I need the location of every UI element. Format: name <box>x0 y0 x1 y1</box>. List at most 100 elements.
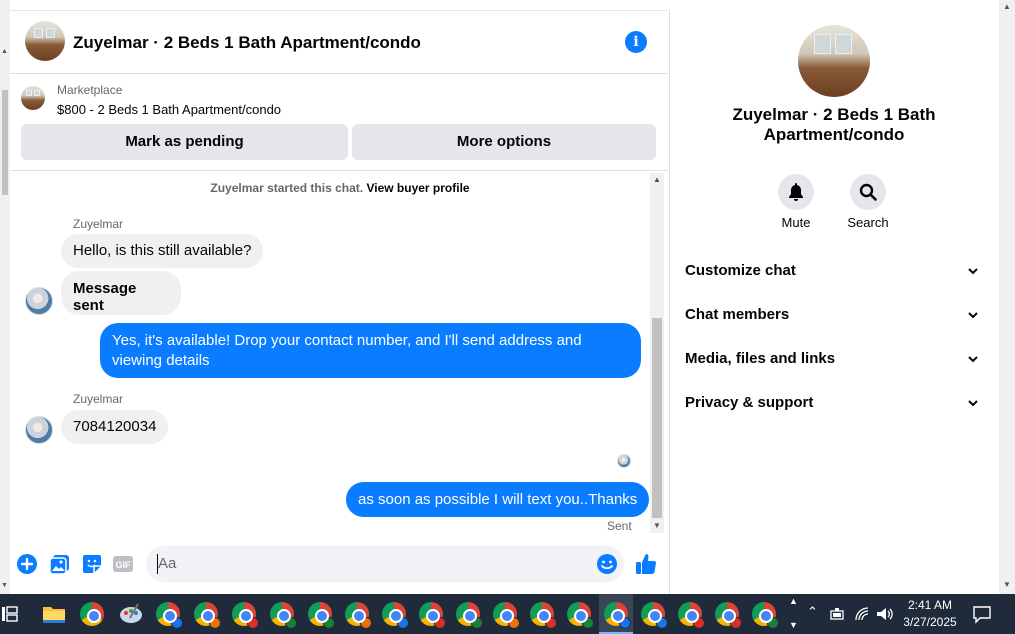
chrome-icon[interactable] <box>345 602 372 629</box>
mute-button[interactable] <box>778 174 814 210</box>
media-files-links-row[interactable]: Media, files and links <box>685 350 985 367</box>
scroll-thumb[interactable] <box>652 318 662 518</box>
info-icon[interactable]: i <box>625 31 647 53</box>
chrome-icon[interactable] <box>232 602 259 629</box>
chrome-icon[interactable] <box>641 602 668 629</box>
more-options-button[interactable]: More options <box>352 124 656 160</box>
taskbar-clock[interactable]: 2:41 AM 3/27/2025 <box>900 597 960 631</box>
chrome-icon[interactable] <box>194 602 221 629</box>
listing-thumbnail[interactable] <box>25 21 65 61</box>
outgoing-message[interactable]: as soon as possible I will text you..Tha… <box>346 482 650 517</box>
speaker-icon[interactable] <box>876 606 894 622</box>
chrome-icon[interactable] <box>752 602 779 629</box>
scroll-down-arrow[interactable]: ▼ <box>1003 580 1011 589</box>
scroll-up-arrow[interactable]: ▲ <box>653 175 661 184</box>
chrome-icon[interactable] <box>456 602 483 629</box>
chrome-icon[interactable] <box>80 602 104 626</box>
windows-taskbar: ▲ ▼ ⌃ 2:41 AM 3/27/2025 <box>0 594 1015 634</box>
chrome-icon[interactable] <box>270 602 297 629</box>
search-button[interactable] <box>850 174 886 210</box>
chevron-down-icon <box>968 356 978 363</box>
chrome-icon[interactable] <box>530 602 557 629</box>
show-hidden-icons-chevron-icon[interactable]: ⌃ <box>807 604 818 620</box>
network-icon[interactable] <box>854 606 870 622</box>
chat-members-row[interactable]: Chat members <box>685 306 985 323</box>
notifications-icon[interactable] <box>972 604 992 624</box>
incoming-message[interactable]: Hello, is this still available? <box>61 234 264 268</box>
chrome-icon[interactable] <box>419 602 446 629</box>
sticker-icon[interactable] <box>81 553 103 575</box>
svg-text:GIF: GIF <box>116 560 132 570</box>
contact-avatar[interactable] <box>25 287 53 315</box>
clock-time: 2:41 AM <box>907 598 953 612</box>
text-cursor <box>157 554 158 574</box>
chevron-down-icon <box>968 312 978 319</box>
message-composer[interactable] <box>146 546 624 582</box>
photo-icon[interactable] <box>49 553 71 575</box>
thumbs-up-icon[interactable] <box>634 552 658 576</box>
incoming-message[interactable]: Message sent <box>61 271 181 315</box>
chrome-icon <box>604 602 631 629</box>
section-label: Chat members <box>685 306 790 323</box>
incoming-message[interactable]: 7084120034 <box>61 410 169 444</box>
chrome-icon[interactable] <box>493 602 520 629</box>
search-icon <box>859 183 877 201</box>
listing-price-title[interactable]: $800 - 2 Beds 1 Bath Apartment/condo <box>57 102 281 117</box>
sent-status: Sent <box>607 519 632 533</box>
plus-icon[interactable] <box>16 553 38 575</box>
file-explorer-icon[interactable] <box>42 603 66 625</box>
chat-started-notice: Zuyelmar started this chat. View buyer p… <box>10 181 670 195</box>
chrome-icon[interactable] <box>156 602 183 629</box>
section-label: Privacy & support <box>685 394 814 411</box>
scroll-down-arrow[interactable]: ▼ <box>653 521 661 530</box>
marketplace-label: Marketplace <box>57 83 123 97</box>
chrome-icon[interactable] <box>715 602 742 629</box>
window-scrollbar[interactable]: ▲ ▼ <box>999 0 1015 594</box>
scroll-down-arrow[interactable]: ▼ <box>1 582 8 589</box>
chat-info-panel <box>669 10 999 594</box>
sender-name: Zuyelmar <box>73 392 124 406</box>
sender-name: Zuyelmar <box>73 217 124 231</box>
listing-small-thumbnail[interactable] <box>21 86 45 110</box>
search-label: Search <box>847 215 889 230</box>
scroll-thumb[interactable] <box>2 90 8 195</box>
taskbar-scroll-down[interactable]: ▼ <box>789 620 798 630</box>
contact-avatar[interactable] <box>25 416 53 444</box>
mute-label: Mute <box>781 215 811 230</box>
emoji-icon[interactable] <box>596 553 618 575</box>
chrome-icon[interactable] <box>382 602 409 629</box>
gif-icon[interactable]: GIF <box>112 553 134 575</box>
section-label: Media, files and links <box>685 350 836 367</box>
panel-title: Zuyelmar · 2 Beds 1 Bath Apartment/condo <box>669 105 999 145</box>
chrome-icon[interactable] <box>567 602 594 629</box>
chat-scrollbar[interactable]: ▲ ▼ <box>650 173 664 533</box>
scroll-up-arrow[interactable]: ▲ <box>1003 2 1011 11</box>
chevron-down-icon <box>968 268 978 275</box>
mark-as-pending-button[interactable]: Mark as pending <box>21 124 348 160</box>
message-input[interactable] <box>158 555 578 572</box>
chat-title[interactable]: Zuyelmar · 2 Beds 1 Bath Apartment/condo <box>73 33 421 53</box>
paint-app-icon[interactable] <box>118 602 144 626</box>
panel-title-line: Zuyelmar · 2 Beds 1 Bath <box>732 105 936 124</box>
scroll-up-arrow[interactable]: ▲ <box>1 48 8 55</box>
privacy-support-row[interactable]: Privacy & support <box>685 394 985 411</box>
chat-header: Zuyelmar · 2 Beds 1 Bath Apartment/condo… <box>10 10 668 74</box>
view-buyer-profile-link[interactable]: View buyer profile <box>366 181 469 195</box>
customize-chat-row[interactable]: Customize chat <box>685 262 985 279</box>
listing-photo[interactable] <box>798 25 870 97</box>
chrome-icon[interactable] <box>308 602 335 629</box>
clock-date: 3/27/2025 <box>903 615 957 629</box>
started-text: Zuyelmar started this chat. <box>210 181 364 195</box>
panel-title-line: Apartment/condo <box>763 125 905 144</box>
chrome-icon[interactable] <box>678 602 705 629</box>
active-taskbar-button[interactable] <box>599 594 633 634</box>
taskbar-scroll-up[interactable]: ▲ <box>789 596 798 606</box>
chevron-down-icon <box>968 400 978 407</box>
bell-icon <box>789 183 803 201</box>
divider <box>10 170 668 171</box>
outgoing-message[interactable]: Yes, it's available! Drop your contact n… <box>100 323 641 378</box>
read-receipt-avatar <box>617 454 631 468</box>
page-scrollbar[interactable]: ▲ ▼ <box>0 0 10 594</box>
task-view-icon[interactable] <box>2 605 18 623</box>
battery-icon[interactable] <box>829 606 845 622</box>
